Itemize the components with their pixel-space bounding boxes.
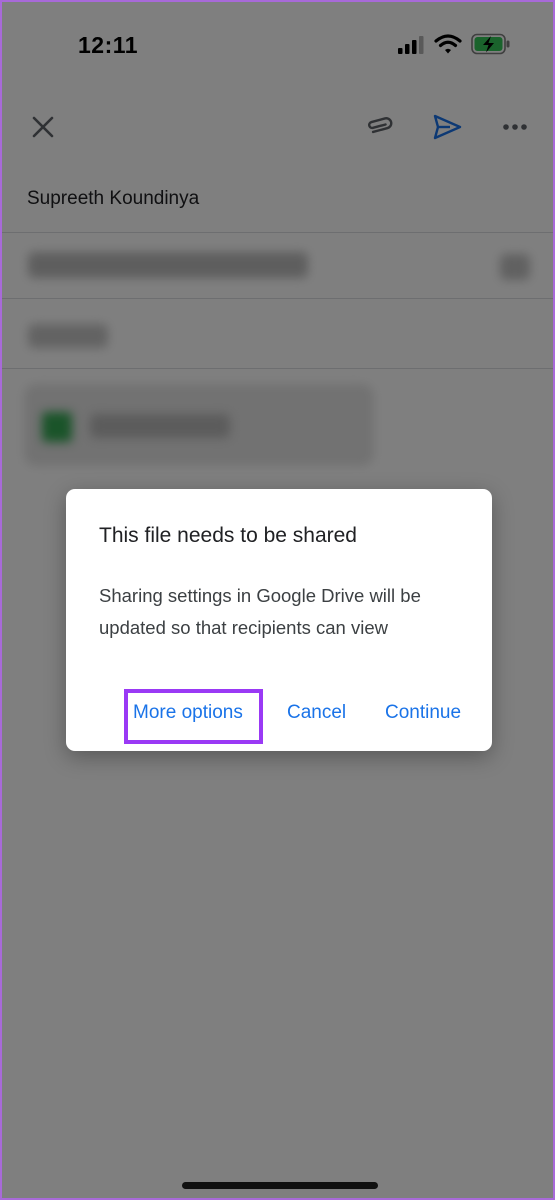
dialog-title: This file needs to be shared xyxy=(99,524,357,547)
cancel-button[interactable]: Cancel xyxy=(287,702,346,724)
phone-screen: 12:11 xyxy=(0,0,555,1200)
home-indicator[interactable] xyxy=(182,1182,378,1189)
share-file-dialog: This file needs to be shared Sharing set… xyxy=(66,489,492,751)
continue-button[interactable]: Continue xyxy=(385,702,461,724)
dialog-message: Sharing settings in Google Drive will be… xyxy=(99,585,421,638)
more-options-button[interactable]: More options xyxy=(133,702,243,724)
